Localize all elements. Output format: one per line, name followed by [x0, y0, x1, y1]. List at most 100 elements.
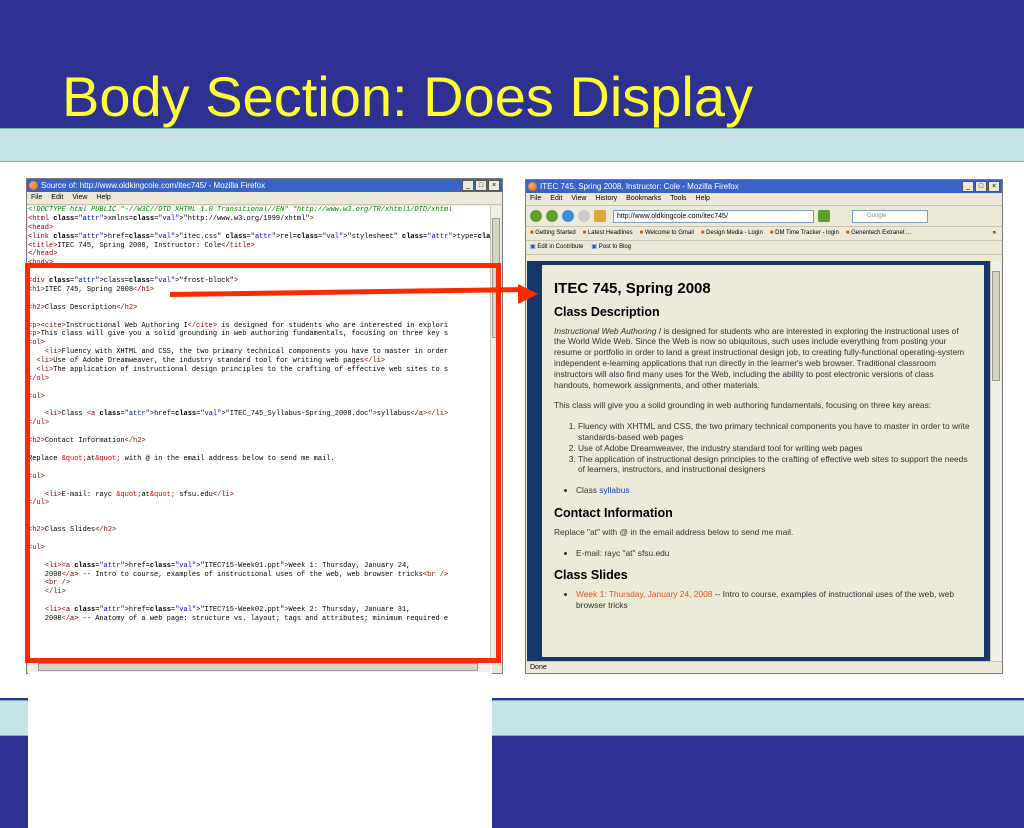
- area-item: The application of instructional design …: [578, 454, 972, 476]
- bookmark-dm-time-tracker[interactable]: DM Time Tracker - login: [770, 227, 839, 240]
- edit-in-contribute-button[interactable]: Edit in Contribute: [530, 241, 583, 254]
- source-code-line: <ul>: [28, 392, 45, 401]
- source-code-line: <div class="attr">class=class="val">"fro…: [28, 277, 239, 286]
- source-code-line: <li>The application of instructional des…: [36, 366, 449, 375]
- bookmarks-toolbar: Getting Started Latest Headlines Welcome…: [526, 227, 1002, 241]
- source-code-line: <!DOCTYPE html PUBLIC "-//W3C//DTD XHTML…: [28, 206, 453, 214]
- source-horizontal-scrollbar[interactable]: [28, 661, 490, 672]
- source-code-line: [28, 268, 492, 277]
- description-paragraph: Instructional Web Authoring I is designe…: [554, 326, 972, 391]
- menu-view[interactable]: View: [72, 192, 87, 204]
- post-to-blog-button[interactable]: Post to Blog: [591, 241, 631, 254]
- source-code-line: <link class="attr">href=class="val">"ite…: [28, 232, 492, 241]
- source-code-line: <li>Class <a class="attr">href=class="va…: [44, 410, 449, 419]
- source-code-line: [28, 313, 492, 322]
- source-code-line: <h2>Class Description</h2>: [28, 303, 138, 312]
- maximize-button[interactable]: □: [975, 181, 987, 192]
- menu-history[interactable]: History: [595, 193, 617, 205]
- areas-list: Fluency with XHTML and CSS, the two prim…: [554, 421, 972, 475]
- source-code-line: <li>Use of Adobe Dreamweaver, the indust…: [36, 357, 386, 366]
- source-code-line: <p>This class will give you a solid grou…: [28, 330, 449, 339]
- source-code-line: <html class="attr">xmlns=class="val">"ht…: [28, 214, 314, 223]
- forward-icon[interactable]: [546, 210, 558, 222]
- source-code-line: [28, 508, 492, 517]
- menu-edit[interactable]: Edit: [550, 193, 562, 205]
- bookmark-latest-headlines[interactable]: Latest Headlines: [583, 227, 633, 240]
- menu-help[interactable]: Help: [96, 192, 110, 204]
- browser-window-titlebar[interactable]: ITEC 745, Spring 2008, Instructor: Cole …: [526, 180, 1002, 193]
- back-icon[interactable]: [530, 210, 542, 222]
- url-bar[interactable]: http://www.oldkingcole.com/itec745/: [613, 209, 814, 223]
- week1-link[interactable]: Week 1: Thursday, January 24, 2008: [576, 589, 712, 599]
- source-code-line: 2008</a> -- Anatomy of a web page: struc…: [28, 614, 449, 623]
- contribute-toolbar: Edit in Contribute Post to Blog: [526, 241, 1002, 255]
- source-code-line: <title>ITEC 745, Spring 2008, Instructor…: [28, 241, 255, 250]
- source-code-line: </ul>: [28, 499, 50, 508]
- source-vertical-scrollbar[interactable]: [490, 206, 501, 661]
- source-code-line: <h2>Contact Information</h2>: [28, 437, 146, 446]
- status-bar: Done: [526, 661, 1002, 673]
- stop-icon[interactable]: [578, 210, 590, 222]
- source-code-line: <li>Fluency with XHTML and CSS, the two …: [44, 348, 449, 357]
- close-button[interactable]: ×: [988, 181, 1000, 192]
- source-window-title: Source of: http://www.oldkingcole.com/it…: [41, 181, 266, 190]
- menu-edit[interactable]: Edit: [51, 192, 63, 204]
- browser-window: ITEC 745, Spring 2008, Instructor: Cole …: [525, 179, 1003, 674]
- slide-title: Body Section: Does Display: [62, 65, 754, 128]
- source-code-line: 2008</a> -- Intro to course, examples of…: [28, 570, 449, 579]
- source-code-line: </ul>: [28, 419, 50, 428]
- menu-bookmarks[interactable]: Bookmarks: [626, 193, 661, 205]
- source-code-line: <h2>Class Slides</h2>: [28, 526, 117, 535]
- syllabus-item: Class syllabus: [576, 485, 972, 496]
- source-code-line: [28, 535, 492, 544]
- source-code-line: <li><a class="attr">href=class="val">"IT…: [44, 561, 411, 570]
- web-page: ITEC 745, Spring 2008 Class Description …: [542, 265, 984, 657]
- source-code-view[interactable]: <!DOCTYPE html PUBLIC "-//W3C//DTD XHTML…: [28, 206, 492, 828]
- source-code-line: Replace &quot;at&quot; with @ in the ema…: [28, 454, 335, 463]
- minimize-button[interactable]: _: [462, 180, 474, 191]
- menu-help[interactable]: Help: [696, 193, 710, 205]
- browser-vertical-scrollbar[interactable]: [990, 261, 1001, 661]
- go-icon[interactable]: [818, 210, 830, 222]
- bookmark-getting-started[interactable]: Getting Started: [530, 227, 575, 240]
- source-code-line: [28, 553, 492, 562]
- source-code-line: <head>: [28, 223, 54, 232]
- menu-file[interactable]: File: [31, 192, 42, 204]
- class-description-heading: Class Description: [554, 304, 660, 319]
- source-code-line: <ul>: [28, 472, 45, 481]
- source-window: Source of: http://www.oldkingcole.com/it…: [26, 178, 503, 828]
- navigation-toolbar: http://www.oldkingcole.com/itec745/ Goog…: [526, 206, 1002, 227]
- syllabus-link[interactable]: syllabus: [599, 485, 629, 495]
- source-code-line: <br />: [44, 579, 71, 588]
- source-code-line: [28, 446, 492, 455]
- source-code-line: <p><cite>Instructional Web Authoring I</…: [28, 321, 449, 330]
- slides-list: Week 1: Thursday, January 24, 2008 -- In…: [554, 589, 972, 611]
- source-code-line: <ul>: [28, 543, 45, 552]
- bookmark-genentech[interactable]: Genentech Extranet ...: [846, 227, 911, 240]
- bookmark-gmail[interactable]: Welcome to Gmail: [640, 227, 694, 240]
- source-code-line: <li><a class="attr">href=class="val">"IT…: [44, 606, 411, 615]
- area-item: Use of Adobe Dreamweaver, the industry s…: [578, 443, 972, 454]
- areas-intro: This class will give you a solid groundi…: [554, 400, 932, 411]
- source-code-line: [28, 464, 492, 473]
- course-cite: Instructional Web Authoring I: [554, 325, 662, 336]
- bookmark-design-media[interactable]: Design Media - Login: [701, 227, 763, 240]
- source-code-line: <li>E-mail: rayc &quot;at&quot; sfsu.edu…: [44, 490, 234, 499]
- source-code-line: [28, 482, 492, 491]
- close-button[interactable]: ×: [488, 180, 500, 191]
- menu-view[interactable]: View: [571, 193, 586, 205]
- source-window-titlebar[interactable]: Source of: http://www.oldkingcole.com/it…: [27, 179, 502, 192]
- class-slides-heading: Class Slides: [554, 568, 628, 583]
- reload-icon[interactable]: [562, 210, 574, 222]
- menu-tools[interactable]: Tools: [670, 193, 686, 205]
- top-band: [0, 128, 1024, 162]
- bookmarks-more[interactable]: »: [993, 227, 996, 240]
- home-icon[interactable]: [594, 210, 606, 222]
- contact-heading: Contact Information: [554, 505, 673, 520]
- menu-file[interactable]: File: [530, 193, 541, 205]
- maximize-button[interactable]: □: [475, 180, 487, 191]
- minimize-button[interactable]: _: [962, 181, 974, 192]
- arrow-head: [518, 284, 538, 304]
- class-label: Class: [576, 485, 600, 496]
- search-input[interactable]: Google: [852, 209, 928, 223]
